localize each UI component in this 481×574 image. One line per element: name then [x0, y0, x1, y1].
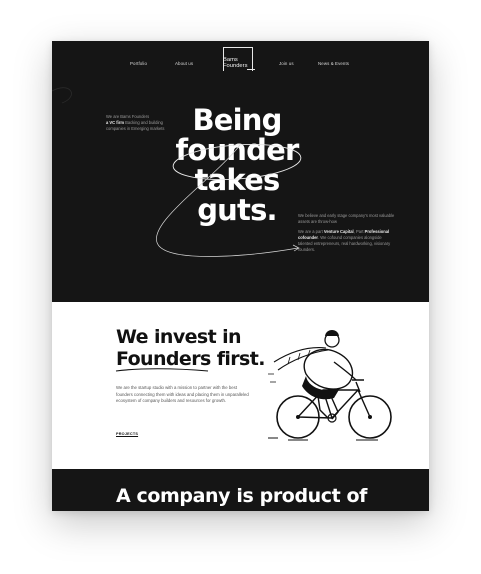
- invest-title-line-1: We invest in: [116, 326, 242, 348]
- para2-mid: , Part: [353, 229, 365, 234]
- hero-section: Portfolio About us Bams Founders Join us…: [52, 41, 429, 302]
- top-nav: Portfolio About us Bams Founders Join us…: [52, 41, 429, 81]
- headline-line-2: founder: [175, 133, 300, 167]
- hero-headline: Being founder takes guts.: [172, 105, 302, 225]
- intro-right-para-2: We are a part Venture Capital, Part Prof…: [298, 229, 396, 253]
- logo-underline: [247, 69, 255, 70]
- founders-underline-doodle: [115, 368, 209, 372]
- nav-link-join[interactable]: Join us: [279, 61, 294, 66]
- headline-line-3: takes: [194, 163, 281, 197]
- hero-intro-right: We believe and early stage company's mos…: [298, 213, 396, 257]
- nav-link-portfolio[interactable]: Portfolio: [130, 61, 147, 66]
- projects-link[interactable]: PROJECTS: [116, 432, 138, 436]
- cyclist-illustration: [268, 330, 392, 441]
- invest-section: We invest in Founders first. We are the …: [52, 302, 429, 469]
- intro-left-strong: a VC firm: [106, 120, 124, 125]
- para2-prefix: We are a part: [298, 229, 324, 234]
- nav-link-about[interactable]: About us: [175, 61, 193, 66]
- para2-strong-vc: Venture Capital: [323, 229, 354, 234]
- nav-link-news[interactable]: News & Events: [318, 61, 349, 66]
- logo[interactable]: Bams Founders: [223, 57, 257, 69]
- company-section: A company is product of: [52, 469, 429, 511]
- headline-line-4: guts.: [197, 193, 277, 227]
- invest-title: We invest in Founders first.: [116, 326, 286, 370]
- corner-doodle: [52, 87, 72, 104]
- hero-intro-left: We are Bams Founders a VC firm Backing a…: [106, 114, 166, 132]
- intro-left-prefix: We are Bams Founders: [106, 114, 150, 119]
- page-frame: Portfolio About us Bams Founders Join us…: [52, 41, 429, 511]
- invest-body: We are the startup studio with a mission…: [116, 385, 249, 404]
- intro-right-para-1: We believe and early stage company's mos…: [298, 213, 395, 224]
- headline-line-1: Being: [192, 103, 282, 137]
- company-title: A company is product of: [116, 485, 368, 507]
